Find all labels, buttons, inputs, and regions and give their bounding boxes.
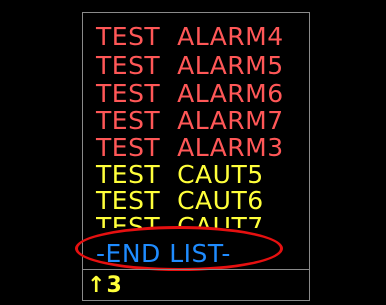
alarm-message: TEST ALARM5	[96, 51, 284, 80]
highlight-ellipse	[75, 226, 283, 271]
footer-divider	[82, 269, 310, 270]
alarm-message: TEST ALARM3	[96, 133, 284, 162]
alarm-message: TEST ALARM6	[96, 79, 284, 108]
caution-message: TEST CAUT6	[96, 186, 264, 215]
page-count: 3	[106, 273, 122, 298]
page-indicator: ↑3	[87, 273, 122, 299]
alert-message-display: TEST ALARM4 TEST ALARM5 TEST ALARM6 TEST…	[0, 0, 386, 305]
alarm-message: TEST ALARM4	[96, 22, 284, 51]
alarm-message: TEST ALARM7	[96, 106, 284, 135]
up-arrow-icon: ↑	[87, 273, 106, 298]
caution-message: TEST CAUT5	[96, 160, 264, 189]
